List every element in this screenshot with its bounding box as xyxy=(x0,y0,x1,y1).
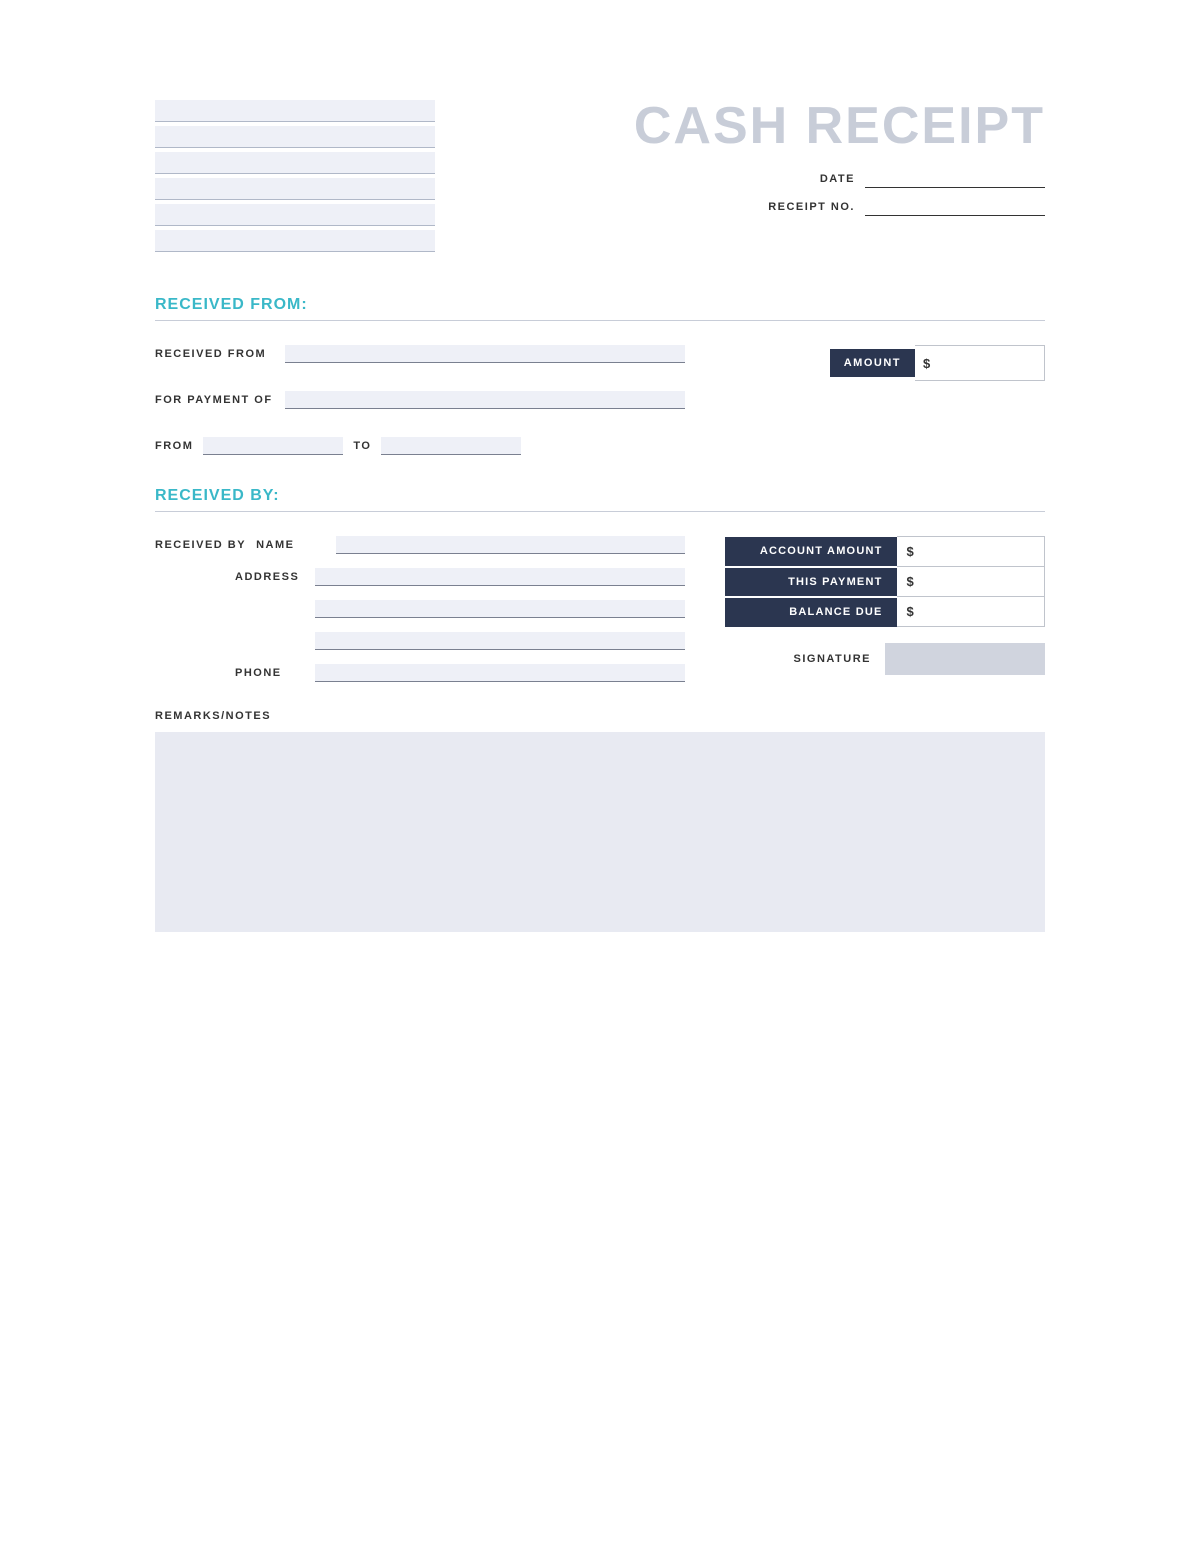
address-line-1 xyxy=(155,100,435,122)
address-line-5 xyxy=(155,204,435,226)
to-label: TO xyxy=(353,440,371,452)
address-label: ADDRESS xyxy=(235,571,305,583)
name-field[interactable] xyxy=(336,536,685,554)
received-by-name-row: RECEIVED BY NAME xyxy=(155,536,685,554)
received-by-left: RECEIVED BY NAME ADDRESS xyxy=(155,536,685,682)
received-by-grid: RECEIVED BY NAME ADDRESS xyxy=(155,536,1045,682)
received-by-section: RECEIVED BY: RECEIVED BY NAME ADDRESS xyxy=(155,487,1045,682)
amount-field[interactable]: $ xyxy=(915,345,1045,381)
receipt-header: CASH RECEIPT DATE RECEIPT NO. xyxy=(155,100,1045,256)
address-field-2[interactable] xyxy=(315,600,685,618)
received-from-section: RECEIVED FROM: RECEIVED FROM FOR PAYMENT… xyxy=(155,296,1045,455)
received-by-right: ACCOUNT AMOUNT $ THIS PAYMENT $ BALANCE … xyxy=(725,536,1045,682)
date-label: DATE xyxy=(820,173,855,185)
receipt-no-row: RECEIPT NO. xyxy=(768,198,1045,216)
this-payment-field[interactable]: $ xyxy=(897,567,1045,597)
signature-label: SIGNATURE xyxy=(794,653,871,665)
received-from-label: RECEIVED FROM xyxy=(155,348,275,360)
for-payment-row: FOR PAYMENT OF xyxy=(155,391,685,409)
account-table: ACCOUNT AMOUNT $ THIS PAYMENT $ BALANCE … xyxy=(725,536,1045,627)
address-block xyxy=(155,100,435,256)
address-line-4 xyxy=(155,178,435,200)
receipt-no-field[interactable] xyxy=(865,198,1045,216)
received-from-right: AMOUNT $ xyxy=(725,345,1045,381)
amount-box: AMOUNT $ xyxy=(830,345,1045,381)
address-row: ADDRESS xyxy=(235,568,685,586)
from-label: FROM xyxy=(155,440,193,452)
date-field[interactable] xyxy=(865,170,1045,188)
phone-field[interactable] xyxy=(315,664,685,682)
received-from-body: RECEIVED FROM FOR PAYMENT OF FROM TO xyxy=(155,345,1045,455)
from-field[interactable] xyxy=(203,437,343,455)
this-payment-row: THIS PAYMENT $ xyxy=(725,567,1045,597)
receipt-no-label: RECEIPT NO. xyxy=(768,201,855,213)
phone-row: PHONE xyxy=(235,664,685,682)
from-to-row: FROM TO xyxy=(155,437,685,455)
receipt-title: CASH RECEIPT xyxy=(634,100,1045,152)
remarks-box[interactable] xyxy=(155,732,1045,932)
account-amount-field[interactable]: $ xyxy=(897,537,1045,567)
account-amount-label: ACCOUNT AMOUNT xyxy=(725,537,897,567)
account-amount-row: ACCOUNT AMOUNT $ xyxy=(725,537,1045,567)
remarks-section: REMARKS/NOTES xyxy=(155,710,1045,932)
address-field-3[interactable] xyxy=(315,632,685,650)
received-by-heading: RECEIVED BY: xyxy=(155,487,1045,512)
date-receipt-block: DATE RECEIPT NO. xyxy=(768,170,1045,216)
address-line-6 xyxy=(155,230,435,252)
amount-label: AMOUNT xyxy=(830,349,915,377)
address-line-3 xyxy=(155,152,435,174)
for-payment-label: FOR PAYMENT OF xyxy=(155,394,275,406)
remarks-heading: REMARKS/NOTES xyxy=(155,710,1045,722)
receipt-page: CASH RECEIPT DATE RECEIPT NO. RECEIVED F… xyxy=(75,40,1125,1240)
address-field-1[interactable] xyxy=(315,568,685,586)
received-from-heading: RECEIVED FROM: xyxy=(155,296,1045,321)
received-from-left: RECEIVED FROM FOR PAYMENT OF FROM TO xyxy=(155,345,685,455)
date-row: DATE xyxy=(820,170,1045,188)
signature-row: SIGNATURE xyxy=(725,643,1045,675)
received-from-row: RECEIVED FROM xyxy=(155,345,685,363)
received-from-field[interactable] xyxy=(285,345,685,363)
address-line-2 xyxy=(155,126,435,148)
received-by-label: RECEIVED BY xyxy=(155,539,246,551)
signature-box[interactable] xyxy=(885,643,1045,675)
balance-due-label: BALANCE DUE xyxy=(725,597,897,627)
this-payment-label: THIS PAYMENT xyxy=(725,567,897,597)
address-row-3 xyxy=(235,632,685,650)
address-row-2 xyxy=(235,600,685,618)
to-field[interactable] xyxy=(381,437,521,455)
name-label: NAME xyxy=(256,539,326,551)
phone-label: PHONE xyxy=(235,667,305,679)
for-payment-field[interactable] xyxy=(285,391,685,409)
amount-dollar-sign: $ xyxy=(923,356,930,371)
balance-due-row: BALANCE DUE $ xyxy=(725,597,1045,627)
balance-due-field[interactable]: $ xyxy=(897,597,1045,627)
title-date-block: CASH RECEIPT DATE RECEIPT NO. xyxy=(634,100,1045,216)
